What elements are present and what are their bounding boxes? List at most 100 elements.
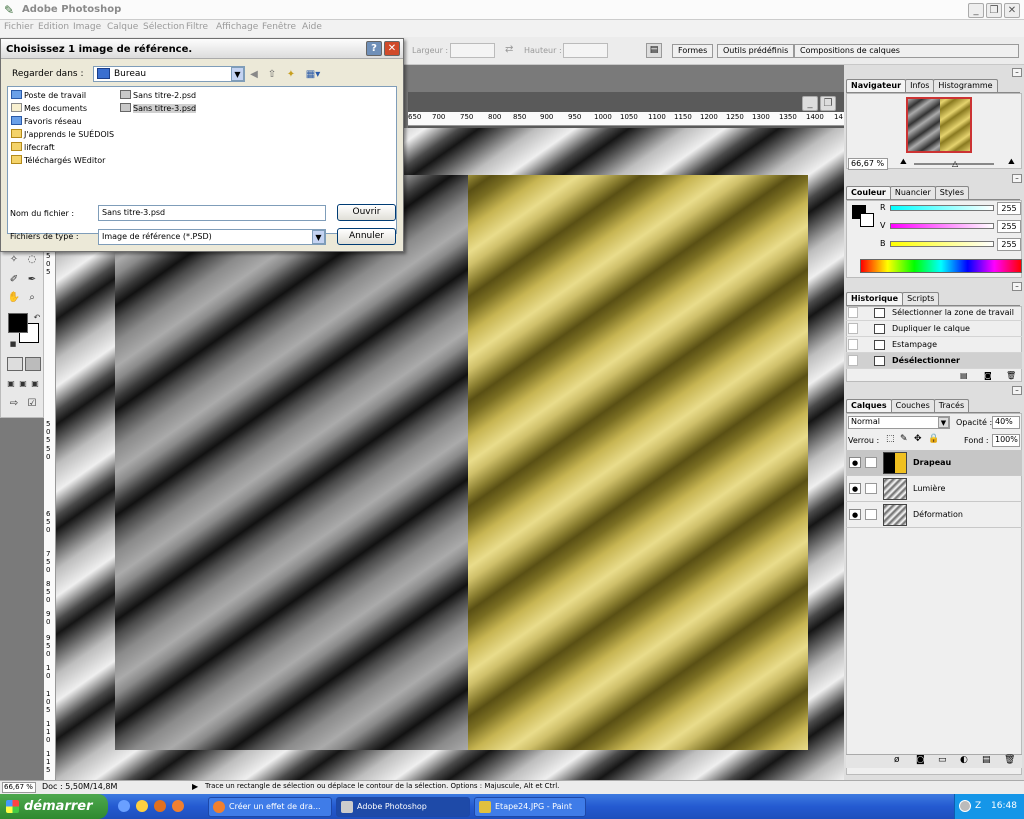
history-checkbox[interactable] [848, 339, 858, 350]
tab-historique[interactable]: Historique [846, 292, 904, 305]
foreground-color-swatch[interactable] [8, 313, 28, 333]
eyedropper-tool-icon[interactable]: ✒ [24, 273, 40, 287]
lock-all-icon[interactable]: 🔒 [928, 434, 939, 444]
red-slider[interactable] [890, 205, 994, 211]
menu-calque[interactable]: Calque [107, 22, 138, 32]
well-tab-outils-predefinis[interactable]: Outils prédéfinis [717, 44, 795, 58]
status-zoom[interactable]: 66,67 % [2, 782, 36, 793]
zoom-tool-icon[interactable]: ⌕ [24, 291, 40, 305]
maximize-button[interactable]: ❐ [986, 3, 1002, 18]
trash-icon[interactable]: 🗑 [1006, 371, 1016, 380]
eye-icon[interactable]: ● [849, 483, 861, 494]
tab-navigator[interactable]: Navigateur [846, 79, 907, 92]
menu-selection[interactable]: Sélection [143, 22, 184, 32]
lock-move-icon[interactable]: ✥ [914, 434, 922, 444]
filetype-select[interactable]: Image de référence (*.PSD) [98, 229, 326, 245]
blue-value-input[interactable]: 255 [997, 238, 1021, 251]
new-folder-icon[interactable]: ✦ [284, 68, 298, 81]
menu-filtre[interactable]: Filtre [186, 22, 208, 32]
list-item[interactable]: Sans titre-2.psd [120, 89, 196, 102]
lasso-tool-icon[interactable]: ✧ [6, 253, 22, 267]
chevron-down-icon[interactable]: ▼ [938, 417, 949, 428]
history-item-selected[interactable]: Désélectionner [846, 353, 1022, 369]
palette-well-icon[interactable]: ▤ [646, 43, 662, 58]
default-colors-icon[interactable]: ■ [5, 337, 21, 351]
screen-mode-3-icon[interactable]: ▣ [27, 377, 43, 391]
color-spectrum[interactable] [860, 259, 1022, 273]
chevron-down-icon[interactable]: ▼ [231, 67, 244, 81]
history-checkbox[interactable] [848, 323, 858, 334]
tab-couleur[interactable]: Couleur [846, 186, 891, 199]
list-item[interactable]: Favoris réseau [11, 115, 114, 128]
tray-network-icon[interactable] [959, 800, 971, 812]
well-tab-formes[interactable]: Formes [672, 44, 714, 58]
doc-minimize-button[interactable]: _ [802, 96, 818, 111]
green-value-input[interactable]: 255 [997, 220, 1021, 233]
tab-histogramme[interactable]: Histogramme [933, 79, 998, 92]
tab-couches[interactable]: Couches [890, 399, 935, 412]
zoom-out-icon[interactable]: ⛰ [900, 157, 907, 167]
lock-paint-icon[interactable]: ✎ [900, 434, 908, 444]
menu-fenetre[interactable]: Fenêtre [262, 22, 296, 32]
task-photoshop[interactable]: Adobe Photoshop [336, 797, 470, 817]
back-icon[interactable]: ◀ [247, 68, 261, 81]
check-icon[interactable]: ☑ [24, 397, 40, 411]
menu-affichage[interactable]: Affichage [216, 22, 258, 32]
tray-lang-icon[interactable]: Z [975, 794, 981, 819]
view-menu-icon[interactable]: ▦▾ [303, 68, 323, 81]
look-in-select[interactable]: Bureau [93, 66, 245, 82]
up-folder-icon[interactable]: ⇧ [265, 68, 279, 81]
list-item[interactable]: Poste de travail [11, 89, 114, 102]
close-button[interactable]: ✕ [1004, 3, 1020, 18]
eye-icon[interactable]: ● [849, 509, 861, 520]
tab-traces[interactable]: Tracés [933, 399, 970, 412]
zoom-in-icon[interactable]: ⛰ [1008, 157, 1015, 167]
panel-minimize-button[interactable]: – [1012, 174, 1022, 183]
navigator-zoom-input[interactable]: 66,67 % [848, 158, 888, 170]
cancel-button[interactable]: Annuler [337, 228, 396, 245]
hand-tool-icon[interactable]: ✋ [6, 291, 22, 305]
imageready-icon[interactable]: ⇨ [6, 397, 22, 411]
menu-aide[interactable]: Aide [302, 22, 322, 32]
blend-mode-select[interactable]: Normal [848, 416, 950, 429]
help-button[interactable]: ? [366, 41, 382, 56]
chevron-down-icon[interactable]: ▼ [312, 230, 325, 244]
panel-minimize-button[interactable]: – [1012, 386, 1022, 395]
filename-input[interactable]: Sans titre-3.psd [98, 205, 326, 221]
list-item-selected[interactable]: Sans titre-3.psd [120, 102, 197, 115]
list-item[interactable]: lifecraft [11, 141, 114, 154]
wand-tool-icon[interactable]: ◌ [24, 253, 40, 267]
history-checkbox[interactable] [848, 307, 858, 318]
height-input[interactable] [563, 43, 608, 58]
fill-input[interactable]: 100% [992, 434, 1020, 447]
layer-row-selected[interactable]: ● Drapeau [846, 450, 1022, 476]
opacity-input[interactable]: 40% [992, 416, 1020, 429]
new-document-from-state-icon[interactable]: ▤ [960, 371, 968, 380]
history-item[interactable]: Sélectionner la zone de travail [846, 305, 1022, 321]
task-firefox[interactable]: Créer un effet de dra... [208, 797, 332, 817]
quicklaunch-media-icon[interactable] [136, 800, 148, 812]
quickmask-mode-icon[interactable] [25, 357, 41, 371]
standard-mode-icon[interactable] [7, 357, 23, 371]
new-layer-icon[interactable]: ▤ [982, 755, 991, 765]
play-icon[interactable]: ▶ [192, 782, 198, 791]
menu-edition[interactable]: Edition [38, 22, 69, 32]
start-button[interactable]: démarrer [0, 794, 108, 819]
snapshot-icon[interactable]: ◙ [984, 371, 992, 380]
color-bg-swatch[interactable] [860, 213, 874, 227]
layer-style-icon[interactable]: ø [894, 755, 900, 765]
red-value-input[interactable]: 255 [997, 202, 1021, 215]
menu-fichier[interactable]: Fichier [4, 22, 33, 32]
notes-tool-icon[interactable]: ✐ [6, 273, 22, 287]
lock-transparency-icon[interactable]: ⬚ [886, 434, 895, 444]
quicklaunch-app-icon[interactable] [154, 800, 166, 812]
width-input[interactable] [450, 43, 495, 58]
tab-nuancier[interactable]: Nuancier [889, 186, 936, 199]
layer-row[interactable]: ● Lumière [846, 476, 1022, 502]
quicklaunch-firefox-icon[interactable] [172, 800, 184, 812]
panel-minimize-button[interactable]: – [1012, 68, 1022, 77]
history-item[interactable]: Estampage [846, 337, 1022, 353]
menu-image[interactable]: Image [73, 22, 101, 32]
quicklaunch-ie-icon[interactable] [118, 800, 130, 812]
blue-slider[interactable] [890, 241, 994, 247]
